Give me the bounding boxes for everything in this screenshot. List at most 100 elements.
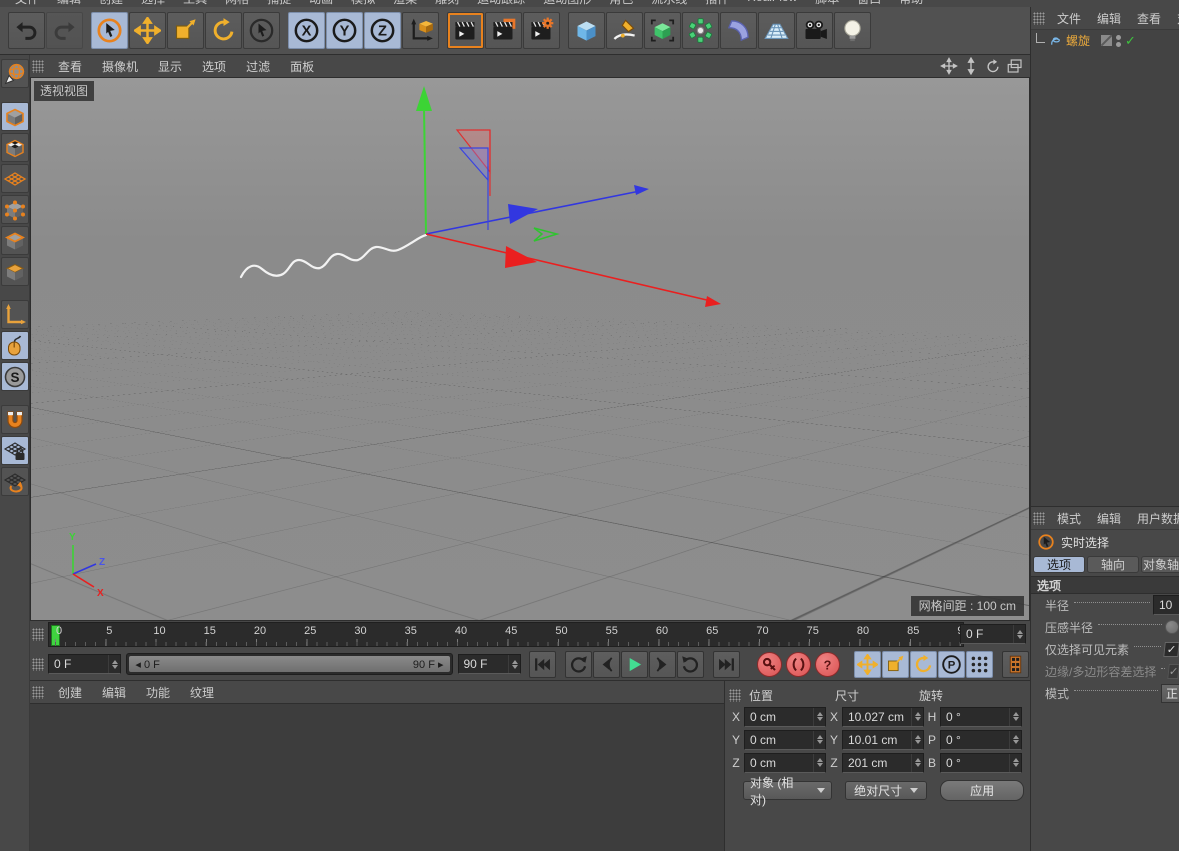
next-key-button[interactable]: [677, 651, 704, 678]
panel-grip[interactable]: [729, 689, 741, 702]
lock-x-axis-button[interactable]: X: [288, 12, 325, 49]
lock-workplane-button[interactable]: [1, 436, 29, 465]
edges-mode-button[interactable]: [1, 226, 29, 255]
menu-窗口[interactable]: 窗口: [848, 0, 890, 7]
make-editable-button[interactable]: [1, 59, 29, 88]
position-z-field[interactable]: 0 cm: [744, 753, 826, 773]
axis-gizmo[interactable]: [416, 86, 721, 307]
material-menu-创建[interactable]: 创建: [48, 684, 92, 701]
rotation-keys-button[interactable]: [910, 651, 937, 678]
menu-选择[interactable]: 选择: [132, 0, 174, 7]
object-menu-文件[interactable]: 文件: [1049, 10, 1089, 27]
size-y-field[interactable]: 10.01 cm: [842, 730, 924, 750]
goto-end-button[interactable]: [713, 651, 740, 678]
panel-grip[interactable]: [32, 60, 44, 73]
undo-button[interactable]: [8, 12, 45, 49]
menu-帮助[interactable]: 帮助: [890, 0, 932, 7]
menu-捕捉[interactable]: 捕捉: [258, 0, 300, 7]
position-y-field[interactable]: 0 cm: [744, 730, 826, 750]
menu-流水线[interactable]: 流水线: [642, 0, 696, 7]
helix-spline-curve[interactable]: [241, 235, 426, 277]
material-menu-编辑[interactable]: 编辑: [92, 684, 136, 701]
panel-grip[interactable]: [32, 686, 44, 699]
rotation-h-field[interactable]: 0 °: [940, 707, 1022, 727]
menu-模拟[interactable]: 模拟: [342, 0, 384, 7]
position-keys-button[interactable]: [854, 651, 881, 678]
viewport-menu-摄像机[interactable]: 摄像机: [92, 58, 148, 75]
points-mode-button[interactable]: [1, 195, 29, 224]
attribute-menu-用户数据[interactable]: 用户数据: [1129, 510, 1179, 527]
rotate-view-button[interactable]: [984, 57, 1002, 75]
menu-动画[interactable]: 动画: [300, 0, 342, 7]
tab-对象轴心[interactable]: 对象轴心: [1141, 556, 1179, 573]
menu-工具[interactable]: 工具: [174, 0, 216, 7]
mode-dropdown[interactable]: 正: [1161, 684, 1179, 703]
viewport-canvas[interactable]: Y Z X 透视视图 网格间距 : 100 cm: [30, 77, 1030, 621]
point-level-animation-button[interactable]: [966, 651, 993, 678]
scale-tool-button[interactable]: [167, 12, 204, 49]
planar-workplane-button[interactable]: [1, 467, 29, 496]
keyframe-help-button[interactable]: ?: [815, 652, 840, 677]
next-frame-button[interactable]: [649, 651, 676, 678]
size-mode-dropdown[interactable]: 绝对尺寸: [845, 781, 927, 800]
lock-z-axis-button[interactable]: Z: [364, 12, 401, 49]
parameter-keys-button[interactable]: P: [938, 651, 965, 678]
menu-雕刻[interactable]: 雕刻: [426, 0, 468, 7]
scale-keys-button[interactable]: [882, 651, 909, 678]
attribute-menu-模式[interactable]: 模式: [1049, 510, 1089, 527]
menu-角色[interactable]: 角色: [600, 0, 642, 7]
maximize-view-button[interactable]: [1006, 57, 1024, 75]
move-tool-button[interactable]: [129, 12, 166, 49]
plane-handle-blue[interactable]: [460, 148, 488, 180]
menu-编辑[interactable]: 编辑: [48, 0, 90, 7]
layer-toggle-icon[interactable]: [1101, 35, 1112, 46]
auto-keying-button[interactable]: [786, 652, 811, 677]
menu-RealFlow[interactable]: RealFlow: [738, 0, 806, 7]
render-picture-viewer-button[interactable]: [485, 12, 522, 49]
camera-object-button[interactable]: [796, 12, 833, 49]
panel-grip[interactable]: [32, 628, 44, 641]
menu-网格[interactable]: 网格: [216, 0, 258, 7]
prev-frame-button[interactable]: [593, 651, 620, 678]
viewport-menu-显示[interactable]: 显示: [148, 58, 192, 75]
live-selection-button[interactable]: [91, 12, 128, 49]
render-view-button[interactable]: [447, 12, 484, 49]
play-button[interactable]: [621, 651, 648, 678]
playback-end-field[interactable]: 90 F: [458, 654, 522, 674]
viewport-menu-查看[interactable]: 查看: [48, 58, 92, 75]
pan-view-button[interactable]: [940, 57, 958, 75]
menu-插件[interactable]: 插件: [696, 0, 738, 7]
section-header[interactable]: 选项: [1031, 576, 1179, 594]
viewport-menu-过滤[interactable]: 过滤: [236, 58, 280, 75]
frame-range-slider[interactable]: ◂ 0 F90 F ▸: [126, 653, 452, 675]
polygons-mode-button[interactable]: [1, 257, 29, 286]
z-axis-handle[interactable]: [508, 204, 538, 224]
model-mode-button[interactable]: [1, 102, 29, 131]
tab-选项[interactable]: 选项: [1033, 556, 1085, 573]
size-z-field[interactable]: 201 cm: [842, 753, 924, 773]
tab-轴向[interactable]: 轴向: [1087, 556, 1139, 573]
size-x-field[interactable]: 10.027 cm: [842, 707, 924, 727]
menu-运动图形[interactable]: 运动图形: [534, 0, 600, 7]
pen-spline-button[interactable]: [606, 12, 643, 49]
timeline-window-button[interactable]: [1002, 651, 1029, 678]
light-object-button[interactable]: [834, 12, 871, 49]
viewport-menu-选项[interactable]: 选项: [192, 58, 236, 75]
menu-渲染[interactable]: 渲染: [384, 0, 426, 7]
enable-snap-button[interactable]: [1, 405, 29, 434]
position-x-field[interactable]: 0 cm: [744, 707, 826, 727]
visibility-dots[interactable]: [1116, 35, 1121, 47]
viewport-view-label[interactable]: 透视视图: [34, 81, 94, 101]
enable-check-icon[interactable]: ✓: [1125, 34, 1136, 47]
object-manager-list[interactable]: 螺旋 ✓: [1031, 30, 1179, 506]
lock-y-axis-button[interactable]: Y: [326, 12, 363, 49]
floor-object-button[interactable]: [758, 12, 795, 49]
material-menu-纹理[interactable]: 纹理: [180, 684, 224, 701]
menu-脚本[interactable]: 脚本: [806, 0, 848, 7]
current-frame-field[interactable]: 0 F: [960, 624, 1026, 644]
prev-key-button[interactable]: [565, 651, 592, 678]
add-cube-button[interactable]: [568, 12, 605, 49]
menu-运动跟踪[interactable]: 运动跟踪: [468, 0, 534, 7]
last-tool-button[interactable]: [243, 12, 280, 49]
apply-button[interactable]: 应用: [940, 780, 1024, 801]
